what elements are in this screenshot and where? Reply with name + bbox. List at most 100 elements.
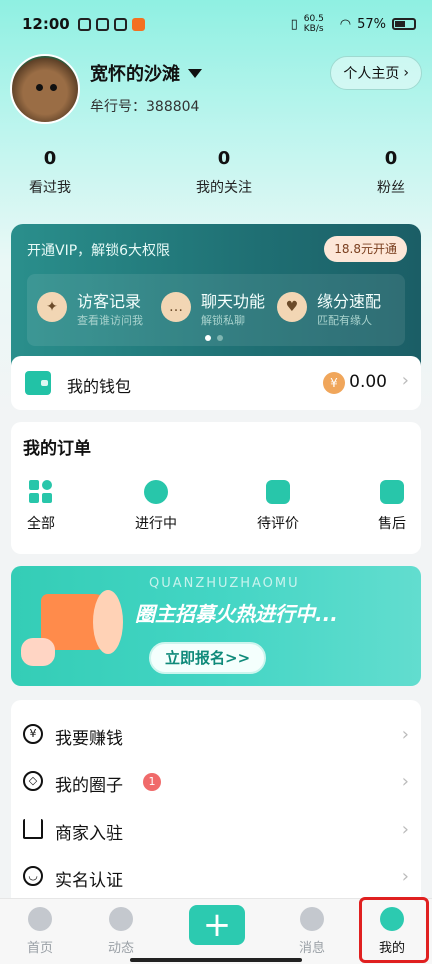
compass-icon: ◇ (23, 771, 43, 791)
feed-icon (109, 907, 133, 931)
banner-signup-button[interactable]: 立即报名>> (149, 642, 267, 674)
recruit-banner[interactable]: QUANZHUZHAOMU 圈主招募火热进行中... 立即报名>> (11, 566, 421, 686)
order-label: 待评价 (257, 516, 299, 532)
vip-feature-chat[interactable]: … 聊天功能 解锁私聊 (161, 286, 271, 327)
status-bar: 12:00 ▯ 60.5 KB/s ◠ 57% (0, 0, 432, 48)
comment-icon (266, 480, 290, 504)
carousel-dot (217, 335, 223, 341)
tab-label: 消息 (298, 941, 325, 956)
feature-desc: 解锁私聊 (201, 314, 245, 327)
net-speed: 60.5 KB/s (303, 14, 324, 34)
tab-label: 我的 (378, 941, 405, 956)
order-in-progress[interactable]: 进行中 (121, 480, 191, 533)
user-id: 牟行号：388804 (90, 99, 200, 115)
orders-title: 我的订单 (23, 439, 91, 459)
stat-label: 我的关注 (196, 180, 252, 196)
wallet-icon (25, 371, 51, 395)
visitor-icon: ✦ (37, 292, 67, 322)
tab-me[interactable]: 我的 (362, 907, 422, 956)
homepage-button[interactable]: 个人主页 › (330, 56, 422, 90)
megaphone-icon (21, 588, 123, 668)
menu-label: 实名认证 (55, 871, 123, 891)
feature-name: 聊天功能 (201, 292, 266, 311)
carousel-dots (205, 335, 223, 341)
caret-down-icon (188, 68, 202, 78)
order-all[interactable]: 全部 (6, 480, 76, 533)
heart-icon: ♥ (277, 292, 307, 322)
menu-item-verification[interactable]: ◡ 实名认证 › (11, 854, 421, 900)
me-icon (380, 907, 404, 931)
app-notification-icon (95, 17, 109, 31)
smile-icon: ◡ (23, 866, 43, 886)
wallet-amount: 0.00 (349, 372, 387, 392)
order-label: 售后 (378, 516, 406, 532)
avatar[interactable] (10, 54, 80, 124)
notification-badge: 1 (143, 773, 161, 791)
menu-label: 商家入驻 (55, 824, 123, 844)
feature-name: 缘分速配 (317, 292, 382, 311)
wallet-row[interactable]: 我的钱包 ¥ 0.00 › (11, 356, 421, 410)
coin-icon: ¥ (323, 372, 345, 394)
grid-icon (29, 480, 53, 504)
vip-feature-match[interactable]: ♥ 缘分速配 匹配有缘人 (277, 286, 397, 327)
banner-subtitle: QUANZHUZHAOMU (149, 576, 300, 591)
after-sale-icon (380, 480, 404, 504)
crown-icon (113, 17, 127, 31)
order-label: 进行中 (135, 516, 177, 532)
moon-icon (144, 480, 168, 504)
stat-value: 0 (43, 148, 57, 169)
homepage-button-label: 个人主页 (343, 66, 400, 82)
menu-label: 我要赚钱 (55, 729, 123, 749)
carousel-dot-active (205, 335, 211, 341)
wifi-icon: ◠ (339, 16, 352, 32)
nickname-selector[interactable]: 宽怀的沙滩 (90, 60, 202, 86)
tab-label: 动态 (107, 941, 134, 956)
tab-messages[interactable]: 消息 (282, 907, 342, 956)
app-badge-icon (131, 17, 145, 31)
home-indicator (130, 958, 302, 962)
chat-icon: … (161, 292, 191, 322)
feature-name: 访客记录 (77, 292, 142, 311)
menu-item-merchant[interactable]: 商家入驻 › (11, 807, 421, 853)
stat-label: 粉丝 (377, 180, 405, 196)
stat-fans[interactable]: 0 粉丝 (366, 148, 416, 197)
message-icon (300, 907, 324, 931)
stat-viewed-me[interactable]: 0 看过我 (24, 148, 76, 197)
tab-home[interactable]: 首页 (10, 907, 70, 956)
chevron-right-icon: › (401, 724, 409, 745)
chevron-right-icon: › (403, 65, 409, 81)
chevron-right-icon: › (401, 819, 409, 840)
stat-value: 0 (217, 148, 231, 169)
vip-open-button[interactable]: 18.8元开通 (324, 236, 407, 262)
chevron-right-icon: › (401, 771, 409, 792)
notification-icon (77, 17, 91, 31)
bottom-tab-bar: 首页 动态 + 消息 我的 (0, 898, 432, 964)
publish-button[interactable]: + (189, 905, 245, 945)
order-label: 全部 (27, 516, 55, 532)
menu-label: 我的圈子 (55, 776, 123, 796)
stat-following[interactable]: 0 我的关注 (184, 148, 264, 197)
home-icon (28, 907, 52, 931)
battery-percent: 57% (357, 16, 386, 32)
banner-title: 圈主招募火热进行中... (135, 602, 338, 626)
tab-feed[interactable]: 动态 (91, 907, 151, 956)
vibrate-icon: ▯ (290, 16, 298, 32)
order-pending-review[interactable]: 待评价 (243, 480, 313, 533)
yen-icon: ¥ (23, 724, 43, 744)
nickname: 宽怀的沙滩 (90, 64, 180, 85)
vip-title: 开通VIP，解锁6大权限 (27, 243, 171, 259)
chevron-right-icon: › (401, 370, 409, 391)
stat-value: 0 (384, 148, 398, 169)
tab-label: 首页 (26, 941, 53, 956)
building-icon (23, 819, 43, 839)
feature-desc: 查看谁访问我 (77, 314, 143, 327)
vip-card[interactable]: 开通VIP，解锁6大权限 18.8元开通 ✦ 访客记录 查看谁访问我 … 聊天功… (11, 224, 421, 366)
vip-feature-visitor[interactable]: ✦ 访客记录 查看谁访问我 (37, 286, 157, 327)
menu-list: ¥ 我要赚钱 › ◇ 我的圈子 1 › 商家入驻 › ◡ 实名认证 › (11, 700, 421, 900)
orders-card: 我的订单 全部 进行中 待评价 售后 (11, 422, 421, 554)
order-after-sale[interactable]: 售后 (357, 480, 427, 533)
profile-header: 宽怀的沙滩 牟行号：388804 个人主页 › (10, 54, 422, 126)
battery-icon (392, 18, 416, 30)
menu-item-my-circle[interactable]: ◇ 我的圈子 1 › (11, 759, 421, 805)
menu-item-earn[interactable]: ¥ 我要赚钱 › (11, 712, 421, 758)
